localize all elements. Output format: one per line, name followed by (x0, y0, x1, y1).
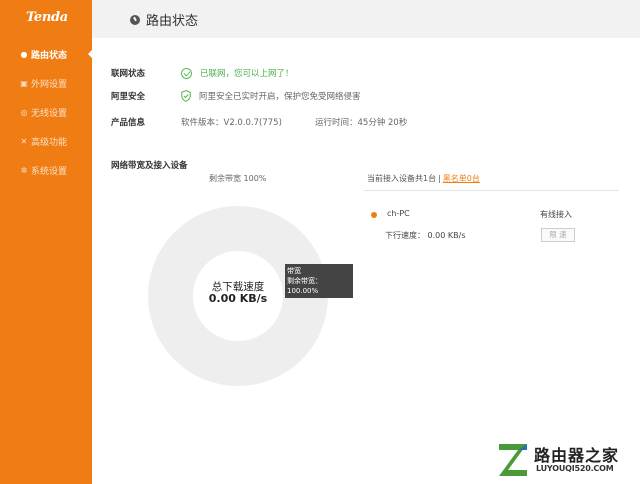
watermark: 路由器之家 LUYOUQI520.COM (496, 440, 632, 484)
sidebar-item-label: 无线设置 (31, 109, 68, 119)
sidebar-item-advanced[interactable]: ✕ 高级功能 (0, 127, 92, 156)
watermark-logo-icon (499, 444, 527, 476)
wan-icon: ▣ (20, 78, 28, 88)
device-count: 当前接入设备共1台 | 黑名单0台 (367, 173, 480, 184)
tooltip-value: 剩余带宽：100.00% (287, 277, 322, 295)
product-info-label: 产品信息 (111, 118, 146, 128)
gear-icon: ✲ (20, 165, 28, 175)
watermark-url: LUYOUQI520.COM (536, 464, 614, 473)
network-status-label: 联网状态 (111, 69, 146, 79)
status-icon: ● (20, 49, 28, 59)
security-value: 阿里安全已实时开启，保护您免受网络侵害 (199, 92, 361, 102)
sidebar-nav: ● 路由状态 ▣ 外网设置 ◎ 无线设置 ✕ 高级功能 ✲ 系统设置 (0, 40, 93, 185)
tools-icon: ✕ (20, 136, 28, 146)
sidebar-item-label: 外网设置 (31, 80, 68, 90)
page-title-text: 路由状态 (146, 14, 199, 29)
sidebar-item-label: 路由状态 (31, 51, 68, 61)
network-status-value: 已联网，您可以上网了！ (200, 69, 294, 79)
device-download-speed: 下行速度： 0.00 KB/s (385, 231, 466, 240)
shield-icon (181, 90, 191, 102)
uptime: 运行时间：45分钟 20秒 (315, 118, 408, 128)
check-circle-icon (181, 67, 192, 79)
device-status-dot (371, 212, 377, 218)
wifi-icon: ◎ (20, 107, 28, 117)
security-label: 阿里安全 (111, 92, 146, 102)
sidebar-item-label: 系统设置 (31, 167, 68, 177)
sidebar: Tenda ● 路由状态 ▣ 外网设置 ◎ 无线设置 ✕ 高级功能 ✲ 系统设置 (0, 0, 93, 484)
device-count-text: 当前接入设备共1台 (367, 174, 437, 183)
device-name: ch-PC (387, 209, 410, 218)
security-row: 阿里安全 阿里安全已实时开启，保护您免受网络侵害 (111, 90, 361, 102)
product-info-row: 产品信息 软件版本：V2.0.0.7(775) 运行时间：45分钟 20秒 (111, 116, 407, 128)
dashboard-icon (130, 14, 140, 25)
blacklist-link[interactable]: 黑名单0台 (443, 174, 480, 183)
sidebar-item-wan[interactable]: ▣ 外网设置 (0, 69, 92, 98)
separator: | (438, 174, 441, 183)
firmware-version: 软件版本：V2.0.0.7(775) (181, 118, 282, 128)
page-header: 路由状态 (92, 0, 640, 38)
remaining-bandwidth: 剩余带宽 100% (209, 174, 267, 183)
network-status-row: 联网状态 已联网，您可以上网了！ (111, 67, 294, 79)
device-connection-type: 有线接入 (540, 210, 572, 219)
bandwidth-tooltip: 带宽 剩余带宽：100.00% (285, 264, 353, 298)
page-title: 路由状态 (130, 10, 198, 29)
total-download-speed-value: 0.00 KB/s (208, 292, 268, 305)
main-content: 联网状态 已联网，您可以上网了！ 阿里安全 阿里安全已实时开启，保护您免受网络侵… (92, 38, 640, 484)
sidebar-item-status[interactable]: ● 路由状态 (0, 40, 93, 69)
tooltip-title: 带宽 (287, 267, 301, 275)
sidebar-item-label: 高级功能 (31, 138, 68, 148)
sidebar-item-wireless[interactable]: ◎ 无线设置 (0, 98, 92, 127)
sidebar-item-system[interactable]: ✲ 系统设置 (0, 156, 92, 185)
divider (364, 190, 619, 191)
watermark-title: 路由器之家 (534, 446, 620, 465)
speed-limit-button[interactable]: 限 速 (541, 228, 575, 242)
tenda-logo: Tenda (26, 10, 68, 25)
bandwidth-section-title: 网络带宽及接入设备 (111, 161, 188, 171)
